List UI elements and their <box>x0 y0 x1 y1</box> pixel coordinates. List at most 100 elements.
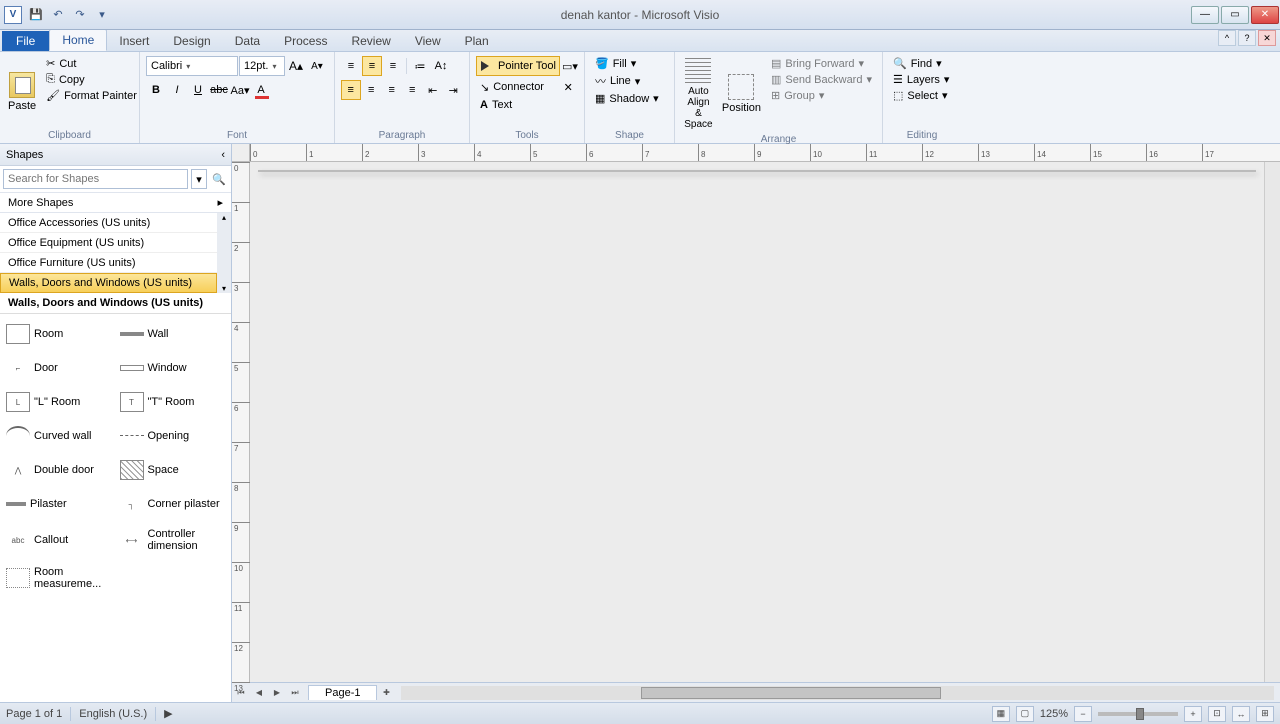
font-size-combo[interactable]: 12pt.▾ <box>239 56 285 76</box>
status-language[interactable]: English (U.S.) <box>79 708 147 720</box>
horizontal-scroll-thumb[interactable] <box>641 687 941 699</box>
view-fullscreen-button[interactable]: ▢ <box>1016 706 1034 722</box>
tab-view[interactable]: View <box>403 31 453 51</box>
pan-zoom-button[interactable]: ⊞ <box>1256 706 1274 722</box>
align-top-button[interactable]: ≡ <box>341 56 361 76</box>
line-button[interactable]: 〰Line ▾ <box>591 72 668 90</box>
page-tab-1[interactable]: Page-1 <box>308 685 377 700</box>
group-button[interactable]: ⊞Group ▾ <box>767 88 876 103</box>
align-justify-button[interactable]: ≡ <box>403 80 423 100</box>
shape-curved-wall[interactable]: Curved wall <box>4 420 114 452</box>
qat-redo-icon[interactable]: ↷ <box>70 5 90 25</box>
bold-button[interactable]: B <box>146 80 166 100</box>
fit-page-button[interactable]: ⊡ <box>1208 706 1226 722</box>
shadow-button[interactable]: ▦Shadow ▾ <box>591 91 668 106</box>
page-prev-button[interactable]: ◀ <box>250 685 268 701</box>
cut-button[interactable]: ✂Cut <box>42 56 141 71</box>
shape-t-room[interactable]: T"T" Room <box>118 386 228 418</box>
minimize-ribbon-button[interactable]: ^ <box>1218 30 1236 46</box>
shape-controller-dimension[interactable]: ⟷Controller dimension <box>118 522 228 558</box>
close-button[interactable]: ✕ <box>1251 6 1279 24</box>
fill-button[interactable]: 🪣Fill ▾ <box>591 56 668 71</box>
category-office-equipment[interactable]: Office Equipment (US units) <box>0 233 217 253</box>
delete-tool-button[interactable]: ✕ <box>559 77 578 97</box>
font-family-combo[interactable]: Calibri▾ <box>146 56 238 76</box>
tab-design[interactable]: Design <box>161 31 222 51</box>
shape-l-room[interactable]: L"L" Room <box>4 386 114 418</box>
tab-process[interactable]: Process <box>272 31 339 51</box>
shape-space[interactable]: Space <box>118 454 228 486</box>
align-right-button[interactable]: ≡ <box>382 80 402 100</box>
search-shapes-input[interactable] <box>3 169 188 189</box>
format-painter-button[interactable]: 🖌Format Painter <box>42 88 141 103</box>
align-bottom-button[interactable]: ≡ <box>383 56 403 76</box>
align-center-button[interactable]: ≡ <box>362 80 382 100</box>
status-macro-icon[interactable]: ▶ <box>164 707 172 720</box>
bring-forward-button[interactable]: ▤Bring Forward ▾ <box>767 56 876 71</box>
bullets-button[interactable]: ≔ <box>410 56 430 76</box>
rectangle-tool-button[interactable]: ▭▾ <box>561 56 579 76</box>
underline-button[interactable]: U <box>188 80 208 100</box>
zoom-out-button[interactable]: − <box>1074 706 1092 722</box>
zoom-slider[interactable] <box>1098 712 1178 716</box>
category-office-furniture[interactable]: Office Furniture (US units) <box>0 253 217 273</box>
category-walls-doors-windows[interactable]: Walls, Doors and Windows (US units) <box>0 273 217 293</box>
copy-button[interactable]: ⎘Copy <box>42 72 141 87</box>
shape-door[interactable]: ⌐Door <box>4 352 114 384</box>
help-button[interactable]: ? <box>1238 30 1256 46</box>
align-left-button[interactable]: ≡ <box>341 80 361 100</box>
shrink-font-button[interactable]: A▾ <box>307 56 327 76</box>
paste-button[interactable]: Paste <box>6 56 38 128</box>
shape-room-measurement[interactable]: Room measureme... <box>4 560 114 596</box>
maximize-button[interactable]: ▭ <box>1221 6 1249 24</box>
shape-corner-pilaster[interactable]: ┐Corner pilaster <box>118 488 228 520</box>
search-button[interactable]: 🔍 <box>210 169 228 189</box>
increase-indent-button[interactable]: ⇥ <box>444 80 464 100</box>
collapse-shapes-icon[interactable]: ‹ <box>221 149 225 161</box>
page-last-button[interactable]: ⏭ <box>286 685 304 701</box>
text-tool-button[interactable]: AText <box>476 98 578 112</box>
strikethrough-button[interactable]: abc <box>209 80 229 100</box>
autoalign-button[interactable]: Auto Align & Space <box>681 56 716 132</box>
connector-tool-button[interactable]: ↘Connector <box>476 77 558 97</box>
horizontal-scrollbar[interactable] <box>401 686 1274 700</box>
case-button[interactable]: Aa▾ <box>230 80 250 100</box>
shape-window[interactable]: Window <box>118 352 228 384</box>
qat-customize-icon[interactable]: ▾ <box>92 5 112 25</box>
italic-button[interactable]: I <box>167 80 187 100</box>
qat-save-icon[interactable]: 💾 <box>26 5 46 25</box>
category-scrollbar[interactable]: ▴ ▾ <box>217 213 231 293</box>
category-office-accessories[interactable]: Office Accessories (US units) <box>0 213 217 233</box>
shape-opening[interactable]: Opening <box>118 420 228 452</box>
pointer-tool-button[interactable]: Pointer Tool <box>476 56 560 76</box>
page-next-button[interactable]: ▶ <box>268 685 286 701</box>
minimize-button[interactable]: — <box>1191 6 1219 24</box>
shape-double-door[interactable]: ⋀Double door <box>4 454 114 486</box>
shape-room[interactable]: Room <box>4 318 114 350</box>
workspace-close-button[interactable]: ✕ <box>1258 30 1276 46</box>
tab-review[interactable]: Review <box>339 31 402 51</box>
tab-home[interactable]: Home <box>49 29 107 51</box>
more-shapes-button[interactable]: More Shapes▸ <box>0 193 231 213</box>
send-backward-button[interactable]: ▥Send Backward ▾ <box>767 72 876 87</box>
layers-button[interactable]: ☰Layers ▾ <box>889 72 955 87</box>
qat-undo-icon[interactable]: ↶ <box>48 5 68 25</box>
decrease-indent-button[interactable]: ⇤ <box>423 80 443 100</box>
tab-data[interactable]: Data <box>223 31 272 51</box>
zoom-slider-thumb[interactable] <box>1136 708 1144 720</box>
search-dropdown-button[interactable]: ▾ <box>191 169 207 189</box>
vertical-scrollbar[interactable] <box>1264 162 1280 682</box>
new-page-button[interactable]: ✚ <box>377 685 395 701</box>
tab-plan[interactable]: Plan <box>453 31 501 51</box>
drawing-canvas[interactable]: Microsoft Visio <box>258 170 1256 172</box>
view-normal-button[interactable]: ▦ <box>992 706 1010 722</box>
select-button[interactable]: ⬚Select ▾ <box>889 88 955 103</box>
position-button[interactable]: Position <box>720 56 763 132</box>
file-tab[interactable]: File <box>2 31 49 51</box>
grow-font-button[interactable]: A▴ <box>286 56 306 76</box>
fit-width-button[interactable]: ↔ <box>1232 706 1250 722</box>
font-color-button[interactable]: A <box>251 80 271 100</box>
zoom-in-button[interactable]: + <box>1184 706 1202 722</box>
find-button[interactable]: 🔍Find ▾ <box>889 56 955 71</box>
zoom-level[interactable]: 125% <box>1040 708 1068 720</box>
